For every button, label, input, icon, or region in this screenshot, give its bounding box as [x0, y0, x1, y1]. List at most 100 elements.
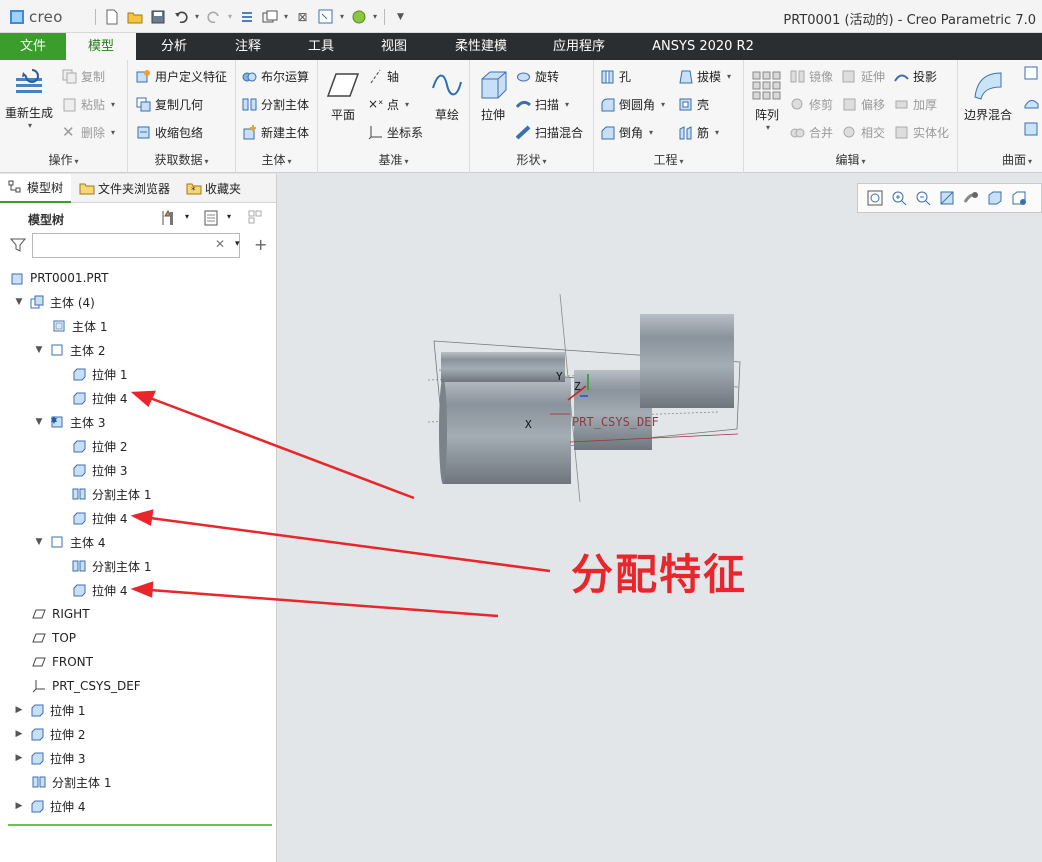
- fill-surface-icon[interactable]: [1024, 66, 1039, 84]
- open-folder-icon[interactable]: [124, 6, 145, 27]
- freestyle-surface-icon[interactable]: [1024, 122, 1039, 140]
- tab-model[interactable]: 模型: [66, 33, 136, 60]
- split-body-button[interactable]: 分割主体: [242, 94, 309, 114]
- tree-node-extrude-2[interactable]: ▶ 拉伸 2: [14, 722, 86, 746]
- tab-favorites[interactable]: * 收藏夹: [178, 174, 249, 203]
- tree-node-extrude-4[interactable]: ▶ 拉伸 4: [14, 794, 86, 818]
- copy-geometry-button[interactable]: 复制几何: [136, 94, 203, 114]
- tab-annotate[interactable]: 注释: [216, 33, 280, 60]
- trim-button[interactable]: 修剪: [790, 94, 833, 114]
- tree-node-extrude-3[interactable]: 拉伸 3: [72, 458, 127, 482]
- round-button[interactable]: 倒圆角 ▾: [600, 94, 665, 114]
- sweep-button[interactable]: 扫描 ▾: [515, 94, 569, 114]
- tree-node-extrude-3[interactable]: ▶ 拉伸 3: [14, 746, 86, 770]
- tree-node-body-3[interactable]: ▼ 主体 3: [34, 410, 106, 434]
- windows-dropdown-icon[interactable]: ▾: [282, 6, 290, 27]
- expand-arrow-icon[interactable]: ▶: [14, 729, 24, 739]
- offset-button[interactable]: 偏移: [842, 94, 885, 114]
- copy-button[interactable]: 复制: [62, 66, 105, 86]
- tree-node-body-4[interactable]: ▼ 主体 4: [34, 530, 106, 554]
- search-dropdown-icon[interactable]: ▾: [235, 239, 240, 249]
- regenerate-dropdown-icon[interactable]: ▾: [28, 121, 32, 130]
- collapse-arrow-icon[interactable]: ▼: [34, 345, 44, 355]
- tree-node-extrude-1[interactable]: ▶ 拉伸 1: [14, 698, 86, 722]
- regenerate-button[interactable]: 重新生成 ▾: [5, 66, 53, 130]
- tab-view[interactable]: 视图: [362, 33, 426, 60]
- thicken-button[interactable]: 加厚: [894, 94, 937, 114]
- extrude-button[interactable]: 拉伸: [476, 68, 510, 123]
- boundary-blend-button[interactable]: 边界混合: [964, 68, 1012, 123]
- new-body-button[interactable]: 新建主体: [242, 122, 309, 142]
- delete-button[interactable]: ✕ 删除 ▾: [62, 122, 115, 142]
- tab-folder-browser[interactable]: 文件夹浏览器: [71, 174, 178, 203]
- insert-here-indicator[interactable]: [8, 824, 272, 826]
- paste-button[interactable]: 粘贴 ▾: [62, 94, 115, 114]
- clear-search-icon[interactable]: ✕: [215, 237, 225, 251]
- undo-icon[interactable]: [170, 6, 191, 27]
- group-label-shapes[interactable]: 形状 ▾: [470, 151, 593, 168]
- close-window-icon[interactable]: ⊠: [292, 6, 313, 27]
- group-label-engineering[interactable]: 工程 ▾: [594, 151, 743, 168]
- tab-analysis[interactable]: 分析: [142, 33, 206, 60]
- tree-node-split-body-1[interactable]: 分割主体 1: [72, 554, 151, 578]
- tree-settings-dropdown-icon[interactable]: ▾: [185, 212, 189, 221]
- select-filter-dropdown-icon[interactable]: ▾: [338, 6, 346, 27]
- draft-button[interactable]: 拔模 ▾: [678, 66, 731, 86]
- tree-node-extrude-4[interactable]: 拉伸 4: [72, 506, 127, 530]
- windows-icon[interactable]: [259, 6, 280, 27]
- point-button[interactable]: ×ˣ 点 ▾: [368, 94, 409, 114]
- tree-node-extrude-2[interactable]: 拉伸 2: [72, 434, 127, 458]
- tab-flexible-modeling[interactable]: 柔性建模: [436, 33, 526, 60]
- collapse-arrow-icon[interactable]: ▼: [34, 417, 44, 427]
- group-label-editing[interactable]: 编辑 ▾: [744, 151, 957, 168]
- axis-button[interactable]: 轴: [368, 66, 399, 86]
- group-label-get-data[interactable]: 获取数据 ▾: [128, 151, 235, 168]
- tree-node-csys[interactable]: PRT_CSYS_DEF: [32, 674, 141, 698]
- redo-dropdown-icon[interactable]: ▾: [226, 6, 234, 27]
- solidify-button[interactable]: 实体化: [894, 122, 949, 142]
- part-model[interactable]: Y Z X PRT_CSYS_DEF: [278, 174, 1042, 862]
- tree-node-split-body-1[interactable]: 分割主体 1: [32, 770, 111, 794]
- regenerate-icon[interactable]: [236, 6, 257, 27]
- rib-button[interactable]: 筋 ▾: [678, 122, 719, 142]
- cylinder-left-top[interactable]: [441, 352, 565, 382]
- boolean-button[interactable]: 布尔运算: [242, 66, 309, 86]
- extend-button[interactable]: 延伸: [842, 66, 885, 86]
- tree-node-part[interactable]: PRT0001.PRT: [10, 266, 108, 290]
- hole-button[interactable]: 孔: [600, 66, 631, 86]
- customize-toolbar-icon[interactable]: ▼: [390, 6, 411, 27]
- tree-node-body-1[interactable]: 主体 1: [52, 314, 107, 338]
- project-button[interactable]: 投影: [894, 66, 937, 86]
- tree-show-dropdown-icon[interactable]: ▾: [227, 212, 231, 221]
- tree-node-split-body-1[interactable]: 分割主体 1: [72, 482, 151, 506]
- pattern-button[interactable]: 阵列 ▾: [750, 68, 784, 132]
- filter-icon[interactable]: [9, 237, 27, 256]
- tree-filter-display-icon[interactable]: [247, 209, 265, 230]
- intersect-button[interactable]: 相交: [842, 122, 885, 142]
- tree-node-top-plane[interactable]: TOP: [32, 626, 76, 650]
- tab-applications[interactable]: 应用程序: [537, 33, 621, 60]
- collapse-arrow-icon[interactable]: ▼: [14, 297, 24, 307]
- shell-button[interactable]: 壳: [678, 94, 709, 114]
- expand-arrow-icon[interactable]: ▶: [14, 705, 24, 715]
- tab-tools[interactable]: 工具: [289, 33, 353, 60]
- style-surface-icon[interactable]: [1024, 94, 1039, 112]
- pattern-dropdown-icon[interactable]: ▾: [766, 123, 770, 132]
- collapse-arrow-icon[interactable]: ▼: [34, 537, 44, 547]
- tree-node-right-plane[interactable]: RIGHT: [32, 602, 90, 626]
- group-label-datum[interactable]: 基准 ▾: [318, 151, 469, 168]
- tree-node-extrude-4[interactable]: 拉伸 4: [72, 578, 127, 602]
- group-label-body[interactable]: 主体 ▾: [236, 151, 317, 168]
- expand-arrow-icon[interactable]: ▶: [14, 801, 24, 811]
- appearance-dropdown-icon[interactable]: ▾: [371, 6, 379, 27]
- udf-button[interactable]: 用户定义特征: [136, 66, 227, 86]
- tab-file[interactable]: 文件: [0, 33, 66, 60]
- group-label-operations[interactable]: 操作 ▾: [0, 151, 127, 168]
- merge-button[interactable]: 合并: [790, 122, 833, 142]
- shrinkwrap-button[interactable]: 收缩包络: [136, 122, 203, 142]
- cylinder-left[interactable]: [439, 378, 571, 484]
- cylinder-right[interactable]: [640, 314, 734, 408]
- mirror-button[interactable]: 镜像: [790, 66, 833, 86]
- tab-model-tree[interactable]: 模型树: [0, 173, 72, 203]
- chamfer-button[interactable]: 倒角 ▾: [600, 122, 653, 142]
